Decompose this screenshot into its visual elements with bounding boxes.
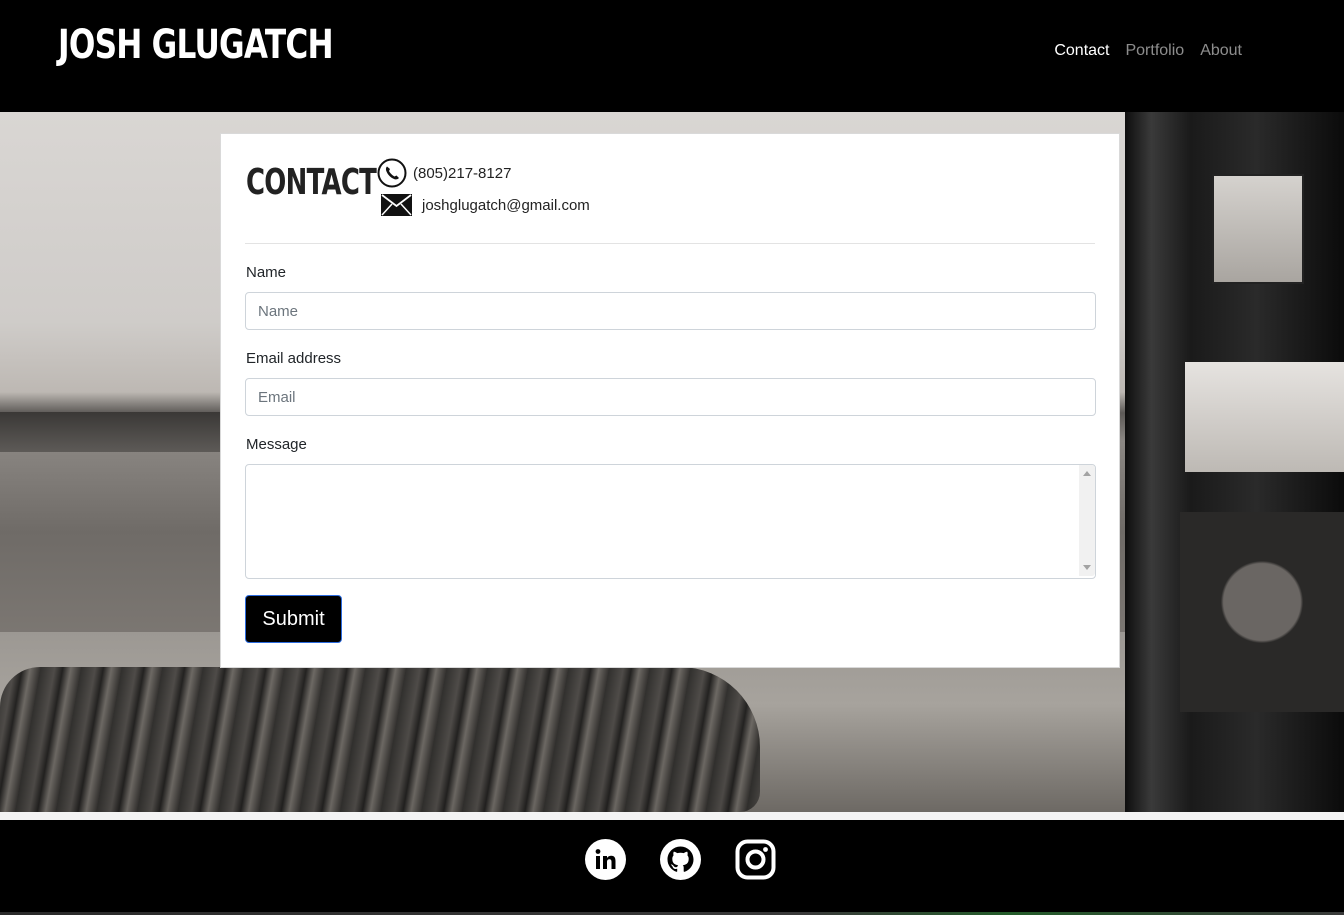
email-input[interactable] xyxy=(245,378,1096,416)
scroll-up-arrow-icon[interactable] xyxy=(1083,471,1091,476)
phone-icon xyxy=(377,158,407,188)
textarea-scrollbar[interactable] xyxy=(1079,465,1095,576)
contact-card: CONTACT (805)217-8127 joshglugatch@gmail… xyxy=(220,133,1120,668)
email-info: joshglugatch@gmail.com xyxy=(381,194,590,216)
github-icon[interactable] xyxy=(660,839,701,880)
linkedin-icon[interactable] xyxy=(585,839,626,880)
photo-sticker xyxy=(1185,362,1344,472)
hero-background-image: CONTACT (805)217-8127 joshglugatch@gmail… xyxy=(0,112,1344,812)
divider xyxy=(245,243,1095,244)
footer-divider xyxy=(0,812,1344,820)
navbar: JOSH GLUGATCH Contact Portfolio About xyxy=(0,0,1344,112)
brand-logo[interactable]: JOSH GLUGATCH xyxy=(58,22,334,68)
social-links xyxy=(585,839,776,880)
email-label: Email address xyxy=(246,350,342,367)
message-wrapper xyxy=(245,464,1096,579)
phone-number[interactable]: (805)217-8127 xyxy=(413,165,511,182)
name-input[interactable] xyxy=(245,292,1096,330)
message-label: Message xyxy=(246,436,307,453)
nav-link-portfolio[interactable]: Portfolio xyxy=(1125,42,1184,60)
footer xyxy=(0,820,1344,915)
nav-link-about[interactable]: About xyxy=(1200,42,1242,60)
photo-sticker xyxy=(1212,174,1304,284)
main-nav: Contact Portfolio About xyxy=(1054,42,1242,60)
photo-shoreline xyxy=(0,412,240,452)
instagram-icon[interactable] xyxy=(735,839,776,880)
scroll-down-arrow-icon[interactable] xyxy=(1083,565,1091,570)
phone-info: (805)217-8127 xyxy=(377,158,511,188)
envelope-icon xyxy=(381,194,412,216)
submit-button[interactable]: Submit xyxy=(245,595,342,643)
message-textarea[interactable] xyxy=(245,464,1096,579)
name-label: Name xyxy=(246,264,287,281)
email-address[interactable]: joshglugatch@gmail.com xyxy=(422,197,590,214)
nav-link-contact[interactable]: Contact xyxy=(1054,42,1109,60)
contact-title: CONTACT xyxy=(246,162,377,203)
photo-love-locks xyxy=(0,667,760,812)
photo-sticker xyxy=(1180,512,1344,712)
